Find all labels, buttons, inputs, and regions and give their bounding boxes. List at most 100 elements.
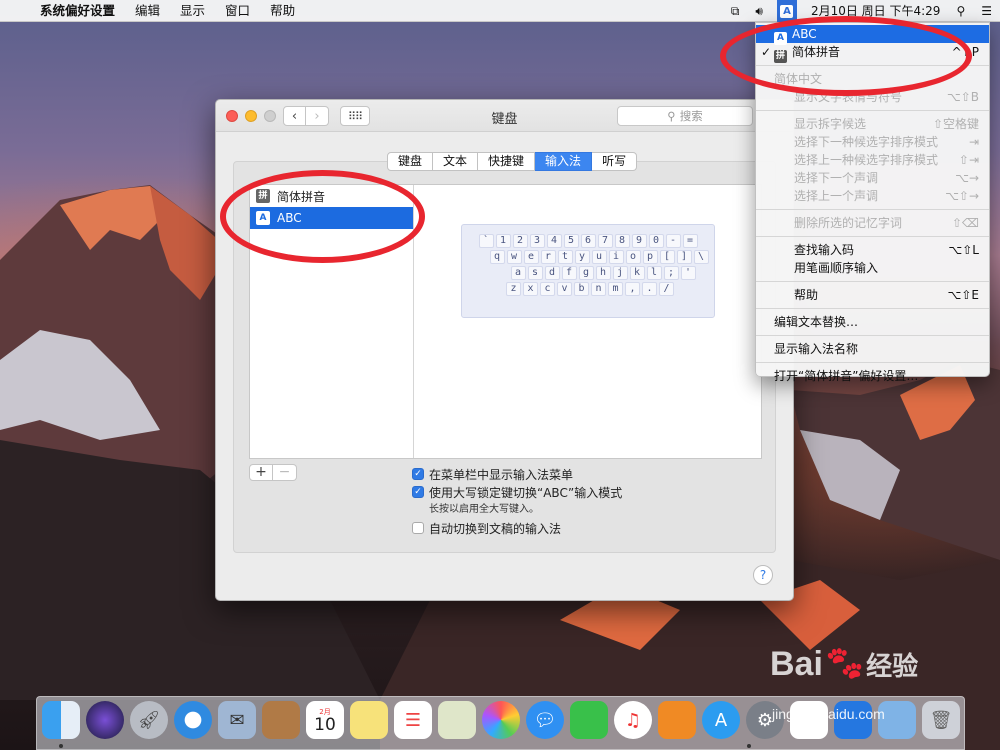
tab-keyboard[interactable]: 键盘 bbox=[387, 152, 434, 171]
key: 2 bbox=[512, 234, 528, 248]
launchpad-icon[interactable]: 🚀︎ bbox=[130, 701, 168, 739]
option-label: 在菜单栏中显示输入法菜单 bbox=[429, 467, 574, 482]
annotation-circle-menu bbox=[720, 16, 972, 96]
title-bar: ‹ › ⠿⠿ 键盘 ⚲ 搜索 bbox=[216, 100, 793, 132]
menu-item-help[interactable]: 帮助 ⌥⇧E bbox=[756, 286, 989, 304]
option-auto-switch[interactable]: 自动切换到文稿的输入法 bbox=[412, 519, 622, 537]
menu-item-stroke[interactable]: 用笔画顺序输入 bbox=[756, 259, 989, 277]
key: z bbox=[506, 282, 521, 296]
app-store-icon[interactable]: A bbox=[702, 701, 740, 739]
volume-icon[interactable]: 🔊︎ bbox=[747, 0, 771, 22]
menu-item-edit-replace[interactable]: 编辑文本替换… bbox=[756, 313, 989, 331]
ibooks-icon[interactable] bbox=[658, 701, 696, 739]
key: , bbox=[625, 282, 640, 296]
key: 8 bbox=[614, 234, 630, 248]
tab-input-sources[interactable]: 输入法 bbox=[535, 152, 593, 171]
annotation-circle-list bbox=[220, 170, 425, 263]
key: o bbox=[625, 250, 641, 264]
key: 9 bbox=[631, 234, 647, 248]
key: / bbox=[659, 282, 674, 296]
key: ] bbox=[676, 250, 692, 264]
key: y bbox=[574, 250, 590, 264]
tab-bar: 键盘 文本 快捷键 输入法 听写 bbox=[387, 152, 638, 171]
baidu-watermark: Bai🐾︎经验 bbox=[770, 645, 919, 683]
menu-item-show-name[interactable]: 显示输入法名称 bbox=[756, 340, 989, 358]
key: n bbox=[591, 282, 606, 296]
key: 5 bbox=[563, 234, 579, 248]
search-icon: ⚲ bbox=[667, 109, 676, 123]
menu-item-open-prefs[interactable]: 打开“简体拼音”偏好设置… bbox=[756, 367, 989, 385]
key: k bbox=[629, 266, 645, 280]
add-remove-buttons: + − bbox=[249, 464, 297, 481]
notes-icon[interactable] bbox=[350, 701, 388, 739]
menu-window[interactable]: 窗口 bbox=[215, 0, 260, 22]
key: 4 bbox=[546, 234, 562, 248]
itunes-icon[interactable]: ♫ bbox=[614, 701, 652, 739]
facetime-icon[interactable] bbox=[570, 701, 608, 739]
menu-item-cand5: 选择上一个声调 ⌥⇧→ bbox=[794, 189, 979, 203]
checkbox-checked[interactable]: ✓ bbox=[412, 468, 424, 480]
key: ' bbox=[680, 266, 696, 280]
key: ; bbox=[663, 266, 679, 280]
maps-icon[interactable] bbox=[438, 701, 476, 739]
key: = bbox=[682, 234, 698, 248]
key: . bbox=[642, 282, 657, 296]
airplay-icon[interactable]: ⧉ bbox=[723, 0, 748, 22]
option-label: 使用大写锁定键切换“ABC”输入模式 bbox=[429, 485, 623, 500]
notification-center-icon[interactable]: ☰ bbox=[973, 0, 1000, 22]
key: t bbox=[557, 250, 573, 264]
checkbox-unchecked[interactable] bbox=[412, 522, 424, 534]
watermark-url: jingyan.baidu.com bbox=[772, 706, 885, 722]
search-placeholder: 搜索 bbox=[679, 109, 703, 123]
capslock-note: 长按以启用全大写键入。 bbox=[429, 504, 539, 515]
remove-button[interactable]: − bbox=[273, 464, 297, 481]
menu-item-lookup[interactable]: 查找输入码 ⌥⇧L bbox=[756, 241, 989, 259]
option-show-menu[interactable]: ✓ 在菜单栏中显示输入法菜单 bbox=[412, 465, 622, 483]
menu-item-delete-memory: 删除所选的记忆字词 ⇧⌫ bbox=[794, 216, 979, 230]
tab-text[interactable]: 文本 bbox=[433, 152, 479, 171]
key: m bbox=[608, 282, 623, 296]
mail-icon[interactable]: ✉ bbox=[218, 701, 256, 739]
key: f bbox=[561, 266, 577, 280]
menu-edit[interactable]: 编辑 bbox=[125, 0, 170, 22]
key: c bbox=[540, 282, 555, 296]
add-button[interactable]: + bbox=[249, 464, 273, 481]
finder-icon[interactable] bbox=[42, 701, 80, 739]
key: i bbox=[608, 250, 624, 264]
key: h bbox=[595, 266, 611, 280]
siri-icon[interactable] bbox=[86, 701, 124, 739]
photos-icon[interactable] bbox=[482, 701, 520, 739]
help-button[interactable]: ? bbox=[753, 565, 773, 585]
safari-icon[interactable] bbox=[174, 701, 212, 739]
search-field[interactable]: ⚲ 搜索 bbox=[617, 106, 753, 126]
contacts-icon[interactable] bbox=[262, 701, 300, 739]
key: d bbox=[544, 266, 560, 280]
key: v bbox=[557, 282, 572, 296]
app-menu[interactable]: 系统偏好设置 bbox=[30, 0, 125, 22]
key: [ bbox=[659, 250, 675, 264]
key: 0 bbox=[648, 234, 664, 248]
key: 6 bbox=[580, 234, 596, 248]
key: j bbox=[612, 266, 628, 280]
apple-menu-icon[interactable] bbox=[0, 0, 30, 22]
tab-shortcuts[interactable]: 快捷键 bbox=[478, 152, 536, 171]
tab-dictation[interactable]: 听写 bbox=[592, 152, 638, 171]
running-indicator bbox=[59, 744, 63, 748]
key: 3 bbox=[529, 234, 545, 248]
calendar-icon[interactable]: 2月 10 bbox=[306, 701, 344, 739]
key: 7 bbox=[597, 234, 613, 248]
key: e bbox=[523, 250, 539, 264]
option-capslock-switch[interactable]: ✓ 使用大写锁定键切换“ABC”输入模式 bbox=[412, 483, 622, 501]
menu-item-cand1: 显示拆字候选 ⇧空格键 bbox=[794, 117, 979, 131]
messages-icon[interactable]: 💬︎ bbox=[526, 701, 564, 739]
key: r bbox=[540, 250, 556, 264]
reminders-icon[interactable]: ☰ bbox=[394, 701, 432, 739]
trash-icon[interactable]: 🗑︎ bbox=[922, 701, 960, 739]
menu-item-cand4: 选择下一个声调 ⌥→ bbox=[794, 171, 979, 185]
menu-view[interactable]: 显示 bbox=[170, 0, 215, 22]
keyboard-layout-preview: ` 1 2 3 4 5 6 7 8 9 0- = q w e r t y u i o p[] \ a s d f g h j k l; ' … bbox=[461, 224, 715, 318]
menu-item-cand3: 选择上一种候选字排序模式 ⇧⇥ bbox=[794, 153, 979, 167]
menu-help[interactable]: 帮助 bbox=[260, 0, 305, 22]
checkbox-checked[interactable]: ✓ bbox=[412, 486, 424, 498]
spotlight-icon[interactable]: ⚲ bbox=[948, 0, 973, 22]
